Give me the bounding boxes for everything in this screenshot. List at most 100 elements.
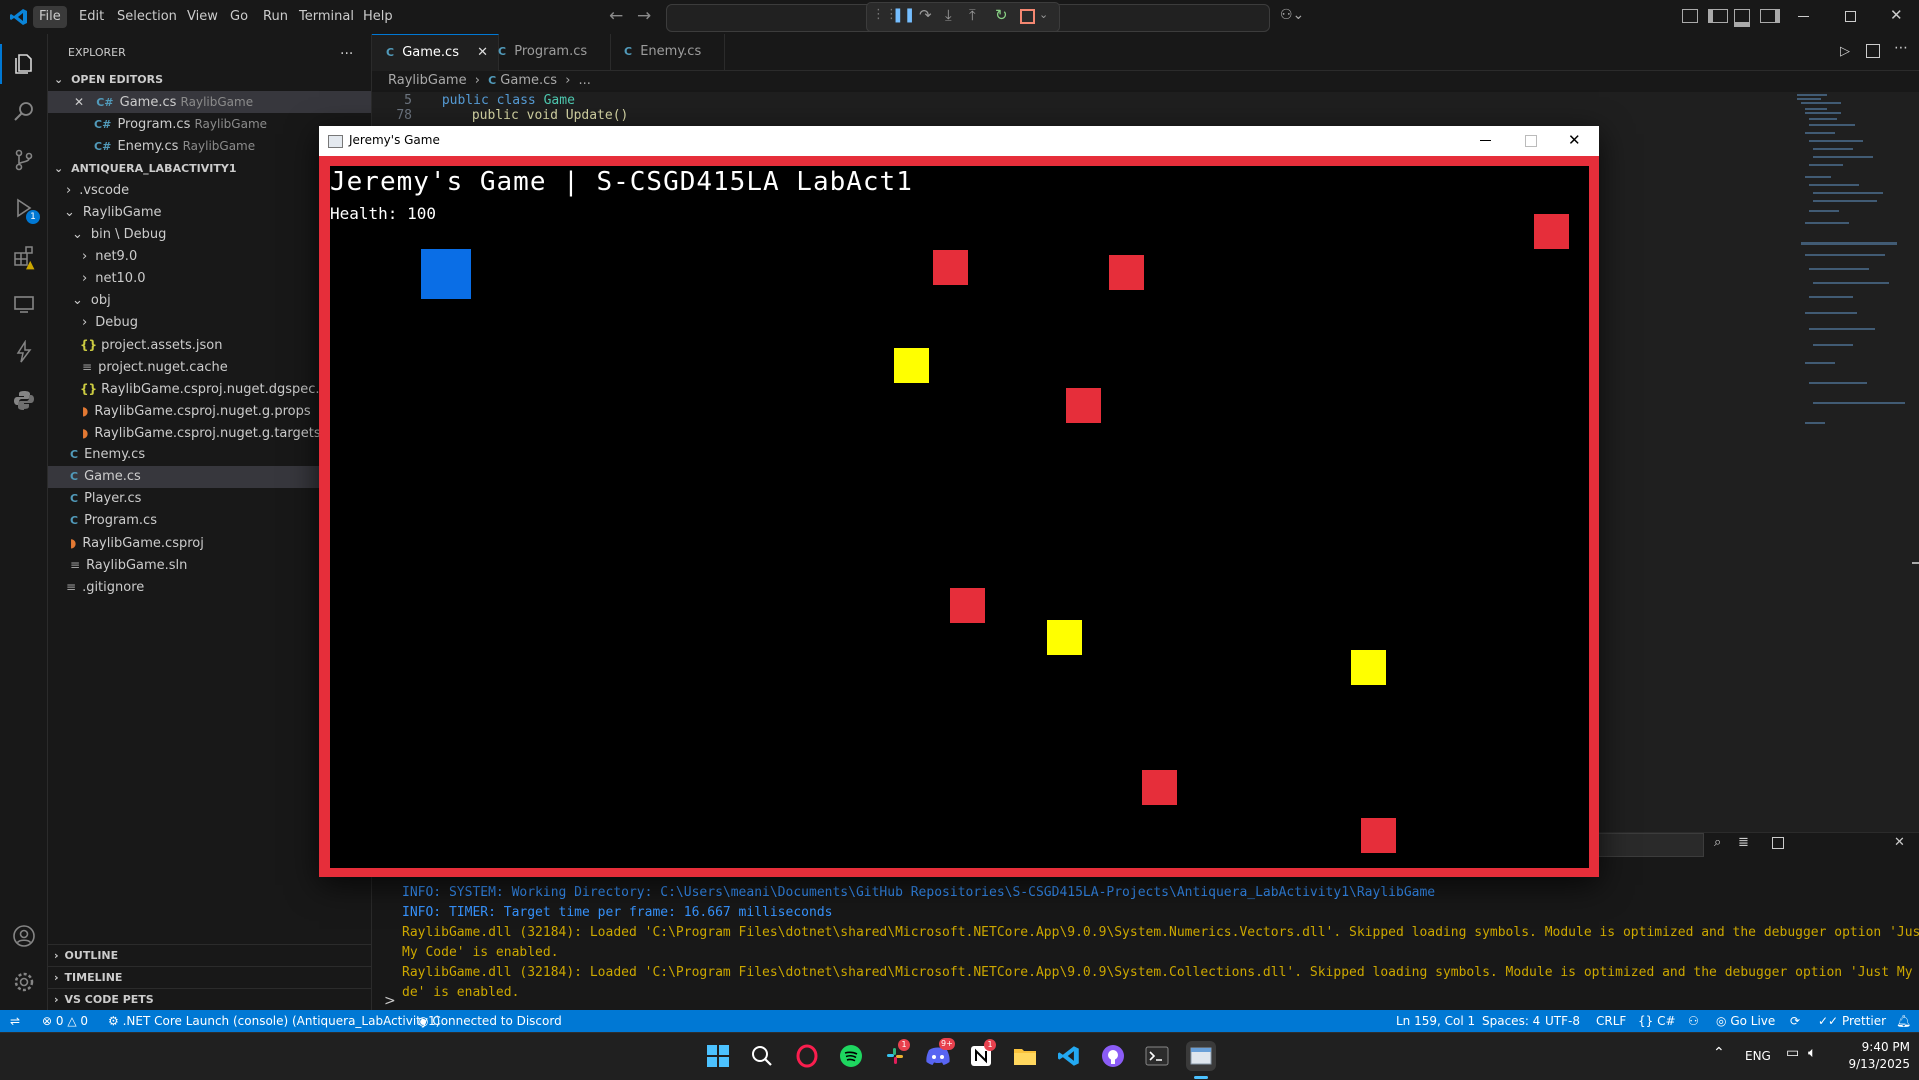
close-icon[interactable]: ✕ <box>1894 835 1905 850</box>
chevron-down-icon[interactable]: ⌄ <box>1039 8 1048 21</box>
taskbar-search-icon[interactable] <box>747 1041 777 1071</box>
language-mode[interactable]: {} C# <box>1638 1010 1676 1032</box>
outline-section[interactable]: › OUTLINE <box>48 944 371 967</box>
stop-icon[interactable] <box>1020 9 1035 24</box>
go-live-button[interactable]: ◎ Go Live <box>1716 1010 1775 1032</box>
breadcrumb-rest[interactable]: ... <box>579 73 591 88</box>
restart-icon[interactable]: ↻ <box>995 6 1008 24</box>
console-input[interactable] <box>400 993 1900 1011</box>
notification-badge: 9+ <box>939 1038 955 1050</box>
cursor-position[interactable]: Ln 159, Col 1 <box>1396 1010 1475 1032</box>
menu-edit[interactable]: Edit <box>73 6 110 28</box>
toggle-sidebar-icon[interactable] <box>1708 9 1728 23</box>
back-arrow-icon[interactable]: ← <box>609 6 623 26</box>
slack-icon[interactable]: 1 <box>880 1039 910 1071</box>
error-icon: ⊗ <box>42 1014 53 1028</box>
open-editor-game[interactable]: ✕ C# Game.cs RaylibGame <box>48 91 371 113</box>
vscode-pets-section[interactable]: › VS CODE PETS <box>48 988 371 1011</box>
pause-icon[interactable]: ❚❚ <box>892 7 915 23</box>
game-canvas[interactable]: Jeremy's Game | S-CSGD415LA LabAct1 Heal… <box>330 166 1589 868</box>
maximize-panel-icon[interactable] <box>1772 837 1784 849</box>
close-icon[interactable]: ✕ <box>1890 6 1903 24</box>
spotify-icon[interactable] <box>836 1041 866 1071</box>
open-editors-header[interactable]: ⌄ OPEN EDITORS <box>48 69 371 91</box>
toggle-panel-icon[interactable] <box>1734 9 1750 27</box>
account-icon[interactable] <box>10 922 37 949</box>
split-editor-icon[interactable] <box>1866 44 1880 58</box>
forward-arrow-icon[interactable]: → <box>637 6 651 26</box>
menu-selection[interactable]: Selection <box>111 6 183 28</box>
explorer-icon[interactable] <box>10 50 37 77</box>
notion-icon[interactable]: 1 <box>966 1039 996 1071</box>
step-out-icon[interactable]: ⤒ <box>969 6 976 24</box>
close-icon[interactable]: ✕ <box>74 95 84 109</box>
sync-icon[interactable]: ⟳ <box>1790 1010 1800 1032</box>
prettier-status[interactable]: ✓✓ Prettier <box>1818 1010 1886 1032</box>
menu-terminal[interactable]: Terminal <box>293 6 360 28</box>
game-window-taskbar-icon[interactable] <box>1186 1041 1216 1071</box>
run-icon[interactable]: ▷ <box>1840 44 1850 59</box>
settings-gear-icon[interactable] <box>10 968 37 995</box>
csharp-file-icon: C <box>70 514 79 527</box>
menu-view[interactable]: View <box>181 6 224 28</box>
toggle-secondary-sidebar-icon[interactable] <box>1760 9 1780 23</box>
file-explorer-icon[interactable] <box>1010 1041 1040 1071</box>
extensions-icon[interactable]: ▲ <box>10 242 37 271</box>
python-icon[interactable] <box>10 386 37 413</box>
restore-icon[interactable] <box>1845 11 1856 22</box>
menu-file[interactable]: File <box>33 6 67 28</box>
minimize-icon[interactable] <box>1480 140 1491 141</box>
launch-config[interactable]: ⚙ .NET Core Launch (console) (Antiquera_… <box>108 1010 440 1032</box>
run-debug-icon[interactable]: 1 <box>10 194 40 224</box>
layout-customize-icon[interactable] <box>1682 9 1698 23</box>
timeline-section[interactable]: › TIMELINE <box>48 966 371 989</box>
end-of-line[interactable]: CRLF <box>1596 1010 1626 1032</box>
clock-date[interactable]: 9/13/2025 <box>1842 1057 1910 1071</box>
discord-icon[interactable]: 9+ <box>923 1038 955 1071</box>
close-icon[interactable]: ✕ <box>1568 131 1581 149</box>
encoding[interactable]: UTF-8 <box>1545 1010 1580 1032</box>
scrollbar-slider[interactable] <box>1912 562 1919 564</box>
volume-icon[interactable]: 🔈︎ <box>1808 1045 1816 1061</box>
tab-enemy[interactable]: C Enemy.cs <box>610 34 725 70</box>
menu-go[interactable]: Go <box>224 6 254 28</box>
indentation[interactable]: Spaces: 4 <box>1482 1010 1540 1032</box>
notifications-bell-icon[interactable]: 🔔︎ <box>1896 1010 1911 1032</box>
step-into-icon[interactable]: ⤓ <box>945 6 952 24</box>
source-control-icon[interactable] <box>10 146 37 173</box>
copilot-status-icon[interactable]: ⚇ <box>1688 1010 1699 1032</box>
github-desktop-icon[interactable] <box>1098 1041 1128 1071</box>
network-icon[interactable]: ▭ <box>1786 1045 1799 1061</box>
remote-explorer-icon[interactable] <box>10 290 37 317</box>
breadcrumb-folder[interactable]: RaylibGame <box>388 73 467 88</box>
tab-game[interactable]: C Game.cs ✕ <box>372 34 499 71</box>
show-hidden-icons-chevron[interactable]: ⌃ <box>1713 1045 1725 1061</box>
language-indicator[interactable]: ENG <box>1745 1049 1771 1063</box>
maximize-icon[interactable] <box>1525 135 1537 147</box>
remote-indicator-icon[interactable]: ⇌ <box>10 1010 20 1032</box>
vscode-taskbar-icon[interactable] <box>1054 1041 1084 1071</box>
game-window[interactable]: Jeremy's Game ✕ Jeremy's Game | S-CSGD41… <box>319 126 1599 877</box>
bolt-icon[interactable] <box>10 338 37 365</box>
minimize-icon[interactable] <box>1798 16 1809 17</box>
search-icon[interactable]: ⌕ <box>1714 835 1721 850</box>
problems-status[interactable]: ⊗ 0 △ 0 <box>42 1010 88 1032</box>
discord-status[interactable]: ◉ Connected to Discord <box>418 1010 562 1032</box>
clock-time[interactable]: 9:40 PM <box>1850 1040 1910 1054</box>
minimap[interactable] <box>1791 92 1919 832</box>
csharp-file-icon: C <box>70 470 79 483</box>
tab-program[interactable]: C Program.cs <box>484 34 611 70</box>
copilot-icon[interactable]: ⚇⌄ <box>1280 7 1304 23</box>
clear-console-icon[interactable]: ≣ <box>1738 835 1749 850</box>
menu-run[interactable]: Run <box>257 6 294 28</box>
menu-help[interactable]: Help <box>357 6 399 28</box>
game-window-titlebar[interactable]: Jeremy's Game ✕ <box>319 126 1599 156</box>
more-actions-icon[interactable]: ⋯ <box>1894 40 1908 56</box>
windows-start-icon[interactable] <box>703 1041 733 1071</box>
breadcrumb-file[interactable]: Game.cs <box>500 73 557 88</box>
opera-gx-icon[interactable] <box>792 1041 822 1071</box>
search-icon[interactable] <box>10 98 37 125</box>
step-over-icon[interactable]: ↷ <box>919 6 932 24</box>
terminal-icon[interactable] <box>1142 1041 1172 1071</box>
more-actions-icon[interactable]: ... <box>340 42 353 58</box>
